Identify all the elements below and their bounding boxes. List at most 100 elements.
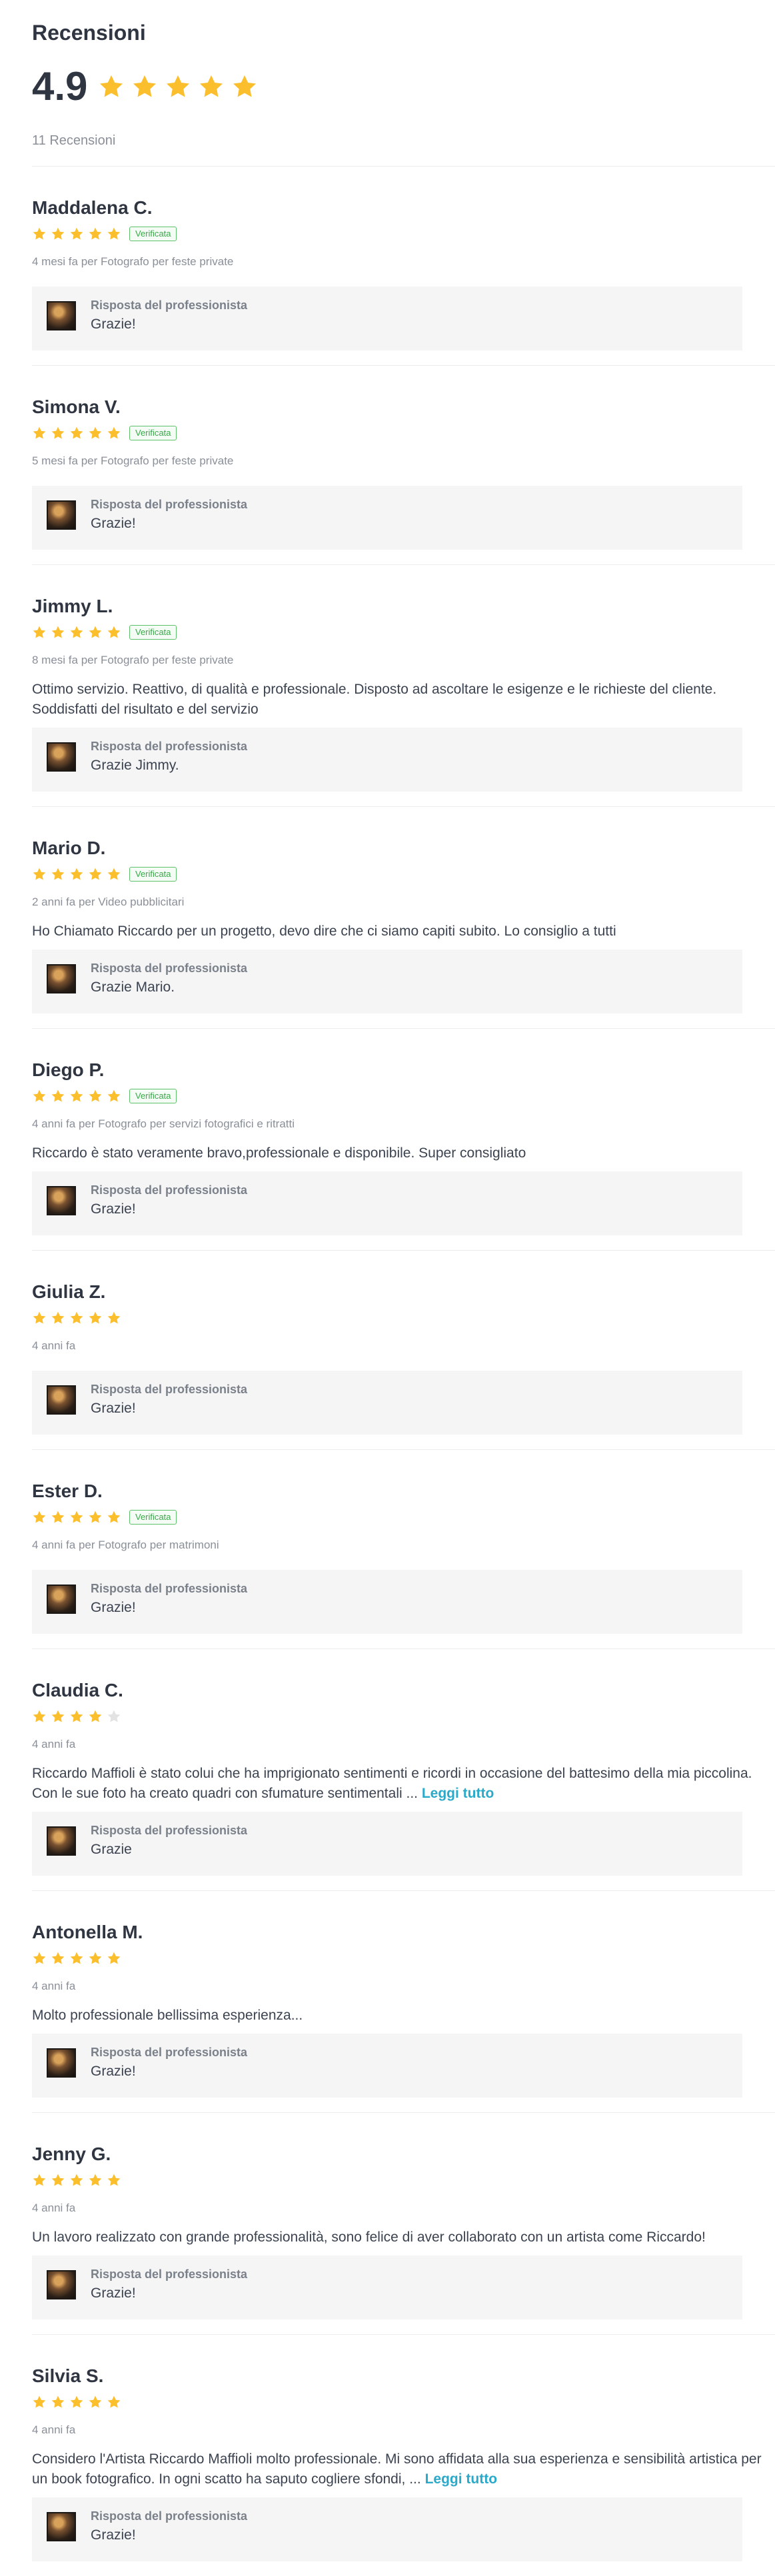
star-icon [51,867,65,882]
reviewer-name: Silvia S. [32,2365,104,2386]
review-text: Riccardo è stato veramente bravo,profess… [32,1143,775,1163]
star-icon [32,2173,47,2188]
reply-body: Risposta del professionista Grazie! [91,1381,247,1419]
review-meta: 4 mesi fa per Fotografo per feste privat… [32,255,234,268]
avatar [47,1585,76,1614]
reply-label: Risposta del professionista [91,2267,248,2281]
read-more-link[interactable]: Leggi tutto [425,2471,497,2487]
star-icon [88,227,103,241]
review-rating: Verificata [32,624,775,641]
reply-body: Risposta del professionista Grazie! [91,2044,247,2082]
star-icon [88,1709,103,1724]
professional-reply: Risposta del professionista Grazie! [32,1371,742,1435]
reply-text: Grazie! [91,2285,136,2301]
review-rating [32,1309,775,1327]
avatar [47,301,76,330]
professional-reply: Risposta del professionista Grazie Mario. [32,950,742,1013]
star-icon [69,1089,84,1103]
star-icon [51,1089,65,1103]
star-icon [88,1311,103,1325]
professional-reply: Risposta del professionista Grazie! [32,1171,742,1235]
rating-stars [32,1709,121,1724]
reply-body: Risposta del professionista Grazie! [91,2508,247,2545]
reply-label: Risposta del professionista [91,740,248,753]
star-icon [131,73,158,100]
review-rating: Verificata [32,424,775,442]
review-item: Jimmy L. Verificata 8 mesi fa per Fotograf… [32,565,775,807]
professional-reply: Risposta del professionista Grazie! [32,2497,742,2561]
star-icon [107,625,121,640]
star-icon [69,867,84,882]
reply-text: Grazie Mario. [91,979,175,995]
star-icon [51,1311,65,1325]
review-rating [32,2393,775,2411]
review-rating: Verificata [32,866,775,883]
star-icon [51,2395,65,2409]
avatar [47,1186,76,1215]
reply-label: Risposta del professionista [91,2509,248,2523]
reply-label: Risposta del professionista [91,1582,248,1595]
review-meta: 4 anni fa per Fotografo per servizi foto… [32,1117,295,1130]
reply-label: Risposta del professionista [91,1183,248,1197]
star-icon [107,1311,121,1325]
reviewer-name: Antonella M. [32,1922,143,1942]
star-icon [107,867,121,882]
avatar [47,1385,76,1415]
review-rating: Verificata [32,225,775,243]
star-empty-icon [107,1709,121,1724]
review-text: Molto professionale bellissima esperienz… [32,2006,775,2026]
star-icon [88,1510,103,1525]
review-meta: 4 anni fa [32,1980,76,1992]
review-item: Giulia Z. 4 anni fa Risposta del professio… [32,1251,775,1450]
rating-stars [32,1510,121,1525]
reply-text: Grazie! [91,1401,136,1416]
star-icon [69,1951,84,1966]
professional-reply: Risposta del professionista Grazie! [32,287,742,350]
review-rating [32,2172,775,2189]
verified-badge: Verificata [129,625,177,640]
reply-label: Risposta del professionista [91,962,248,975]
review-text: Considero l'Artista Riccardo Maffioli mo… [32,2449,775,2489]
rating-stars [32,2173,121,2188]
reply-text: Grazie [91,1842,132,1857]
star-icon [51,625,65,640]
reply-label: Risposta del professionista [91,299,248,312]
review-list: Maddalena C. Verificata 4 mesi fa per Foto… [32,167,775,2576]
rating-stars [32,2395,121,2409]
reply-body: Risposta del professionista Grazie Mario. [91,960,247,997]
reply-label: Risposta del professionista [91,1383,248,1396]
star-icon [51,1951,65,1966]
read-more-link[interactable]: Leggi tutto [422,1786,494,1801]
star-icon [107,2173,121,2188]
star-icon [88,1089,103,1103]
reply-text: Grazie! [91,2064,136,2079]
reviewer-name: Simona V. [32,396,121,417]
reviewer-name: Ester D. [32,1481,103,1501]
review-body: Ottimo servizio. Reattivo, di qualità e … [32,682,717,717]
reviewer-name: Mario D. [32,838,106,858]
review-item: Diego P. Verificata 4 anni fa per Fotograf… [32,1029,775,1251]
review-item: Ester D. Verificata 4 anni fa per Fotograf… [32,1450,775,1649]
review-meta: 2 anni fa per Video pubblicitari [32,896,185,908]
average-score: 4.9 [32,64,88,109]
star-icon [69,426,84,440]
review-body: Molto professionale bellissima esperienz… [32,2008,303,2023]
professional-reply: Risposta del professionista Grazie! [32,2034,742,2098]
star-icon [88,1951,103,1966]
review-body: Ho Chiamato Riccardo per un progetto, de… [32,924,616,939]
star-icon [69,625,84,640]
rating-summary: 4.9 [32,65,775,109]
star-icon [32,227,47,241]
verified-badge: Verificata [129,426,177,440]
reply-body: Risposta del professionista Grazie! [91,1581,247,1618]
star-icon [107,426,121,440]
star-icon [32,2395,47,2409]
review-count: 11 Recensioni [32,133,116,148]
verified-badge: Verificata [129,227,177,241]
reply-text: Grazie! [91,317,136,332]
star-icon [231,73,258,100]
star-icon [51,2173,65,2188]
star-icon [69,1709,84,1724]
review-text: Riccardo Maffioli è stato colui che ha i… [32,1764,775,1804]
reply-label: Risposta del professionista [91,498,248,511]
